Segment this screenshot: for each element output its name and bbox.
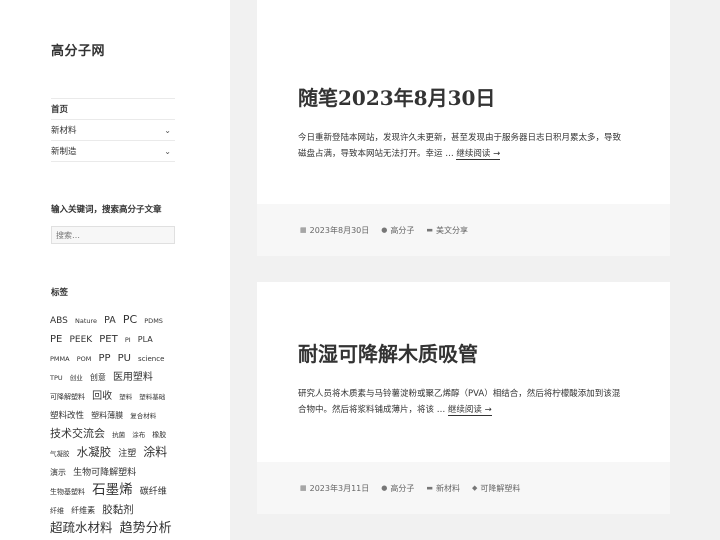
- search-input[interactable]: [51, 226, 175, 244]
- tag-link[interactable]: 可降解塑料: [50, 393, 85, 401]
- nav-item-new-materials[interactable]: 新材料 ⌄: [51, 120, 175, 141]
- tag-link[interactable]: 塑料基础: [139, 393, 165, 401]
- post-title[interactable]: 耐湿可降解木质吸管: [298, 338, 478, 367]
- calendar-icon: ▦: [300, 226, 307, 234]
- search-widget-title: 输入关键词，搜索高分子文章: [51, 205, 162, 215]
- tag-link[interactable]: PMMA: [50, 355, 70, 363]
- tag-link[interactable]: 胶黏剂: [102, 504, 134, 516]
- post-author-text: 高分子: [390, 225, 415, 235]
- tag-link[interactable]: ABS: [50, 316, 68, 326]
- folder-icon: ▬: [426, 226, 433, 234]
- post-author[interactable]: ● 高分子: [381, 483, 414, 494]
- main-navigation: 首页 新材料 ⌄ 新制造 ⌄: [51, 98, 175, 162]
- tag-link[interactable]: 技术交流会: [50, 427, 105, 440]
- tag-link[interactable]: 复合材料: [130, 412, 156, 420]
- post-tag-text: 可降解塑料: [480, 483, 521, 493]
- chevron-down-icon[interactable]: ⌄: [164, 126, 171, 135]
- tag-link[interactable]: science: [138, 355, 164, 363]
- tag-link[interactable]: 涂布: [132, 431, 145, 439]
- tag-cloud: ABS Nature PA PC PDMS PE PEEK PET PI PLA…: [50, 310, 180, 540]
- continue-reading-link[interactable]: 继续阅读 →: [456, 149, 501, 160]
- tag-link[interactable]: 水凝胶: [77, 445, 112, 459]
- site-title[interactable]: 高分子网: [51, 40, 105, 59]
- post-category[interactable]: ▬ 美文分享: [426, 225, 468, 236]
- chevron-down-icon[interactable]: ⌄: [164, 147, 171, 156]
- post-category[interactable]: ▬ 新材料: [426, 483, 460, 494]
- tag-link[interactable]: 回收: [92, 391, 112, 402]
- post-excerpt: 今日重新登陆本网站，发现许久未更新，甚至发现由于服务器日志日积月累太多，导致磁盘…: [298, 130, 628, 162]
- tag-link[interactable]: TPU: [50, 374, 63, 382]
- tag-link[interactable]: 超疏水材料: [50, 520, 113, 535]
- tag-link[interactable]: PET: [99, 334, 117, 345]
- tag-link[interactable]: PDMS: [144, 317, 163, 325]
- tag-link[interactable]: Nature: [75, 317, 97, 325]
- tag-link[interactable]: 生物基塑料: [50, 488, 85, 496]
- tag-link[interactable]: PEEK: [69, 335, 92, 345]
- sidebar: 高分子网 首页 新材料 ⌄ 新制造 ⌄ 输入关键词，搜索高分子文章 标签 ABS…: [0, 0, 230, 540]
- post-card: [257, 282, 670, 462]
- post-tag[interactable]: ◆ 可降解塑料: [472, 483, 520, 494]
- calendar-icon: ▦: [300, 484, 307, 492]
- tag-link[interactable]: 涂料: [143, 445, 167, 459]
- tag-link[interactable]: 橡胶: [152, 431, 166, 439]
- nav-item-new-manufacturing[interactable]: 新制造 ⌄: [51, 141, 175, 162]
- post-category-text: 美文分享: [436, 225, 468, 235]
- tag-link[interactable]: 气凝胶: [50, 450, 70, 458]
- tag-link[interactable]: 纤维素: [71, 506, 95, 515]
- tag-link[interactable]: 医用塑料: [113, 372, 153, 383]
- post-excerpt: 研究人员将木质素与马铃薯淀粉或聚乙烯醇（PVA）相结合，然后将柠檬酸添加到该混合…: [298, 386, 628, 418]
- user-icon: ●: [381, 226, 388, 234]
- tag-link[interactable]: 创业: [70, 374, 83, 382]
- tag-link[interactable]: PA: [104, 315, 116, 326]
- post-author[interactable]: ● 高分子: [381, 225, 414, 236]
- tag-link[interactable]: PI: [125, 336, 131, 344]
- post-date[interactable]: ▦ 2023年8月30日: [300, 225, 369, 236]
- nav-item-label: 新材料: [51, 126, 77, 136]
- main-content: 随笔2023年8月30日 今日重新登陆本网站，发现许久未更新，甚至发现由于服务器…: [230, 0, 720, 540]
- post-date[interactable]: ▦ 2023年3月11日: [300, 483, 369, 494]
- tag-link[interactable]: PU: [118, 353, 131, 364]
- post-title[interactable]: 随笔2023年8月30日: [298, 82, 495, 111]
- tag-link[interactable]: 趋势分析: [120, 521, 172, 536]
- tag-link[interactable]: PLA: [138, 335, 153, 344]
- post-date-text: 2023年3月11日: [309, 483, 370, 493]
- tag-link[interactable]: 创意: [90, 373, 106, 382]
- tag-link[interactable]: 塑料: [119, 393, 132, 401]
- post-author-text: 高分子: [390, 483, 415, 493]
- post-category-text: 新材料: [436, 483, 460, 493]
- tag-link[interactable]: 注塑: [118, 449, 136, 459]
- tag-link[interactable]: POM: [77, 355, 92, 363]
- tag-link[interactable]: PP: [98, 353, 110, 364]
- tag-link[interactable]: 抗菌: [112, 431, 125, 439]
- folder-icon: ▬: [426, 484, 433, 492]
- tag-link[interactable]: 塑料薄膜: [91, 411, 123, 420]
- nav-item-label: 首页: [51, 105, 69, 115]
- post-date-text: 2023年8月30日: [309, 225, 370, 235]
- tag-link[interactable]: PE: [50, 334, 62, 345]
- tag-link[interactable]: 碳纤维: [140, 487, 167, 497]
- tag-link[interactable]: PC: [123, 313, 137, 326]
- nav-item-home[interactable]: 首页: [51, 99, 175, 120]
- tag-link[interactable]: 石墨烯: [92, 482, 133, 498]
- post-meta: ▦ 2023年8月30日 ● 高分子 ▬ 美文分享: [257, 204, 670, 256]
- post-meta: ▦ 2023年3月11日 ● 高分子 ▬ 新材料 ◆ 可降解塑料: [257, 462, 670, 514]
- tag-icon: ◆: [472, 484, 478, 492]
- tag-link[interactable]: 演示: [50, 468, 66, 477]
- nav-item-label: 新制造: [51, 147, 77, 157]
- continue-reading-link[interactable]: 继续阅读 →: [447, 405, 492, 416]
- tags-widget-title: 标签: [51, 288, 69, 298]
- user-icon: ●: [381, 484, 388, 492]
- tag-link[interactable]: 生物可降解塑料: [73, 468, 136, 478]
- tag-link[interactable]: 塑料改性: [50, 411, 84, 421]
- tag-link[interactable]: 纤维: [50, 507, 64, 515]
